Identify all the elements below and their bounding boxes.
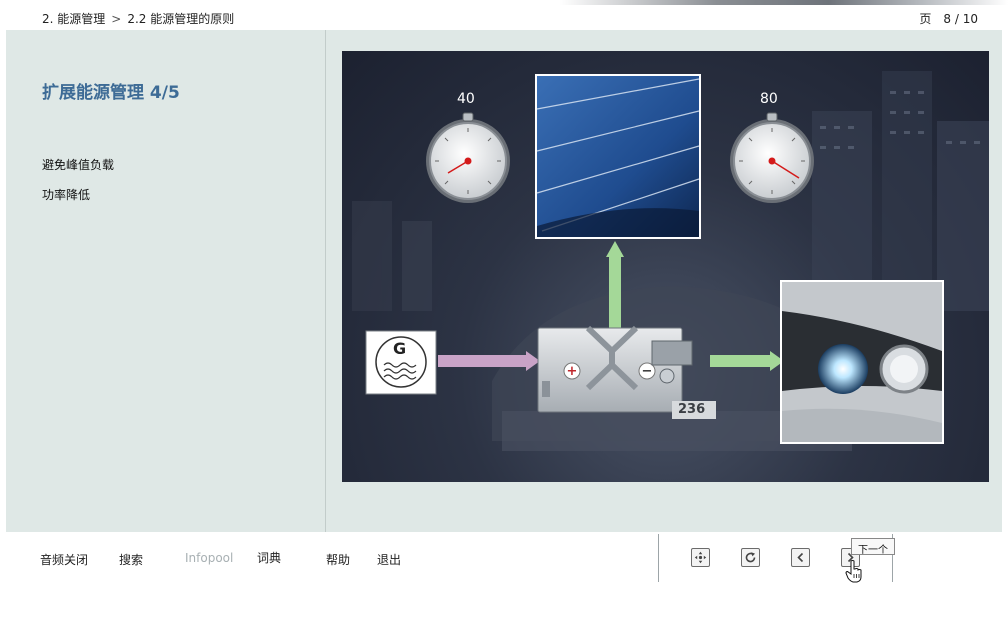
previous-button[interactable]: [791, 548, 810, 567]
svg-text:−: −: [642, 364, 653, 379]
next-tooltip: 下一个: [851, 538, 895, 556]
bullet-power-reduction: 功率降低: [42, 188, 91, 202]
gauge-left-value: 40: [457, 91, 475, 107]
content-area: 扩展能源管理 4/5 避免峰值负载 功率降低 + − 40 80 G 236: [6, 30, 1002, 532]
glossary-link[interactable]: 词典: [257, 549, 281, 566]
reload-icon: [745, 552, 756, 563]
infopool-link[interactable]: Infopool: [185, 551, 233, 565]
move-icon: [694, 551, 707, 564]
license-plate-number: 236: [678, 402, 706, 417]
exit-link[interactable]: 退出: [377, 551, 401, 568]
text-panel: 扩展能源管理 4/5 避免峰值负载 功率降低: [6, 30, 326, 532]
heated-window-image: [535, 74, 701, 239]
divider-left: [658, 534, 659, 582]
reload-button[interactable]: [741, 548, 760, 567]
help-link[interactable]: 帮助: [326, 551, 350, 568]
move-button[interactable]: [691, 548, 710, 567]
audio-off-link[interactable]: 音频关闭: [40, 551, 88, 568]
gauge-left: [426, 112, 510, 203]
search-link[interactable]: 搜索: [119, 551, 143, 568]
breadcrumb-section[interactable]: 2.2 能源管理的原则: [127, 12, 234, 26]
bullet-peak-load: 避免峰值负载: [42, 158, 115, 172]
breadcrumb-separator: >: [111, 12, 122, 26]
breadcrumb: 2. 能源管理 >2.2 能源管理的原则: [42, 10, 234, 27]
previous-icon: [797, 552, 804, 563]
gauge-right: [730, 112, 814, 203]
gauge-right-value: 80: [760, 91, 778, 107]
battery-icon: + −: [537, 325, 693, 413]
page-label: 页: [919, 12, 932, 26]
page-indicator: 页 8 / 10: [919, 10, 978, 27]
bottom-navigation: 音频关闭 搜索 Infopool 词典 帮助 退出 下一个: [0, 532, 1008, 640]
figure-illustration: + −: [352, 71, 989, 451]
svg-text:+: +: [567, 364, 578, 379]
energy-management-figure: + − 40 80 G 236: [342, 51, 989, 482]
breadcrumb-chapter[interactable]: 2. 能源管理: [42, 12, 105, 26]
headlight-image: [780, 280, 944, 444]
generator-letter: G: [393, 339, 407, 358]
top-bar: 2. 能源管理 >2.2 能源管理的原则 页 8 / 10: [0, 0, 1008, 30]
hand-cursor-icon: [845, 560, 862, 583]
app-page: 2. 能源管理 >2.2 能源管理的原则 页 8 / 10 扩展能源管理 4/5 避…: [0, 0, 1008, 640]
header-decoration: [560, 0, 1008, 5]
page-number: 8 / 10: [943, 12, 978, 26]
page-title: 扩展能源管理 4/5: [42, 83, 180, 103]
